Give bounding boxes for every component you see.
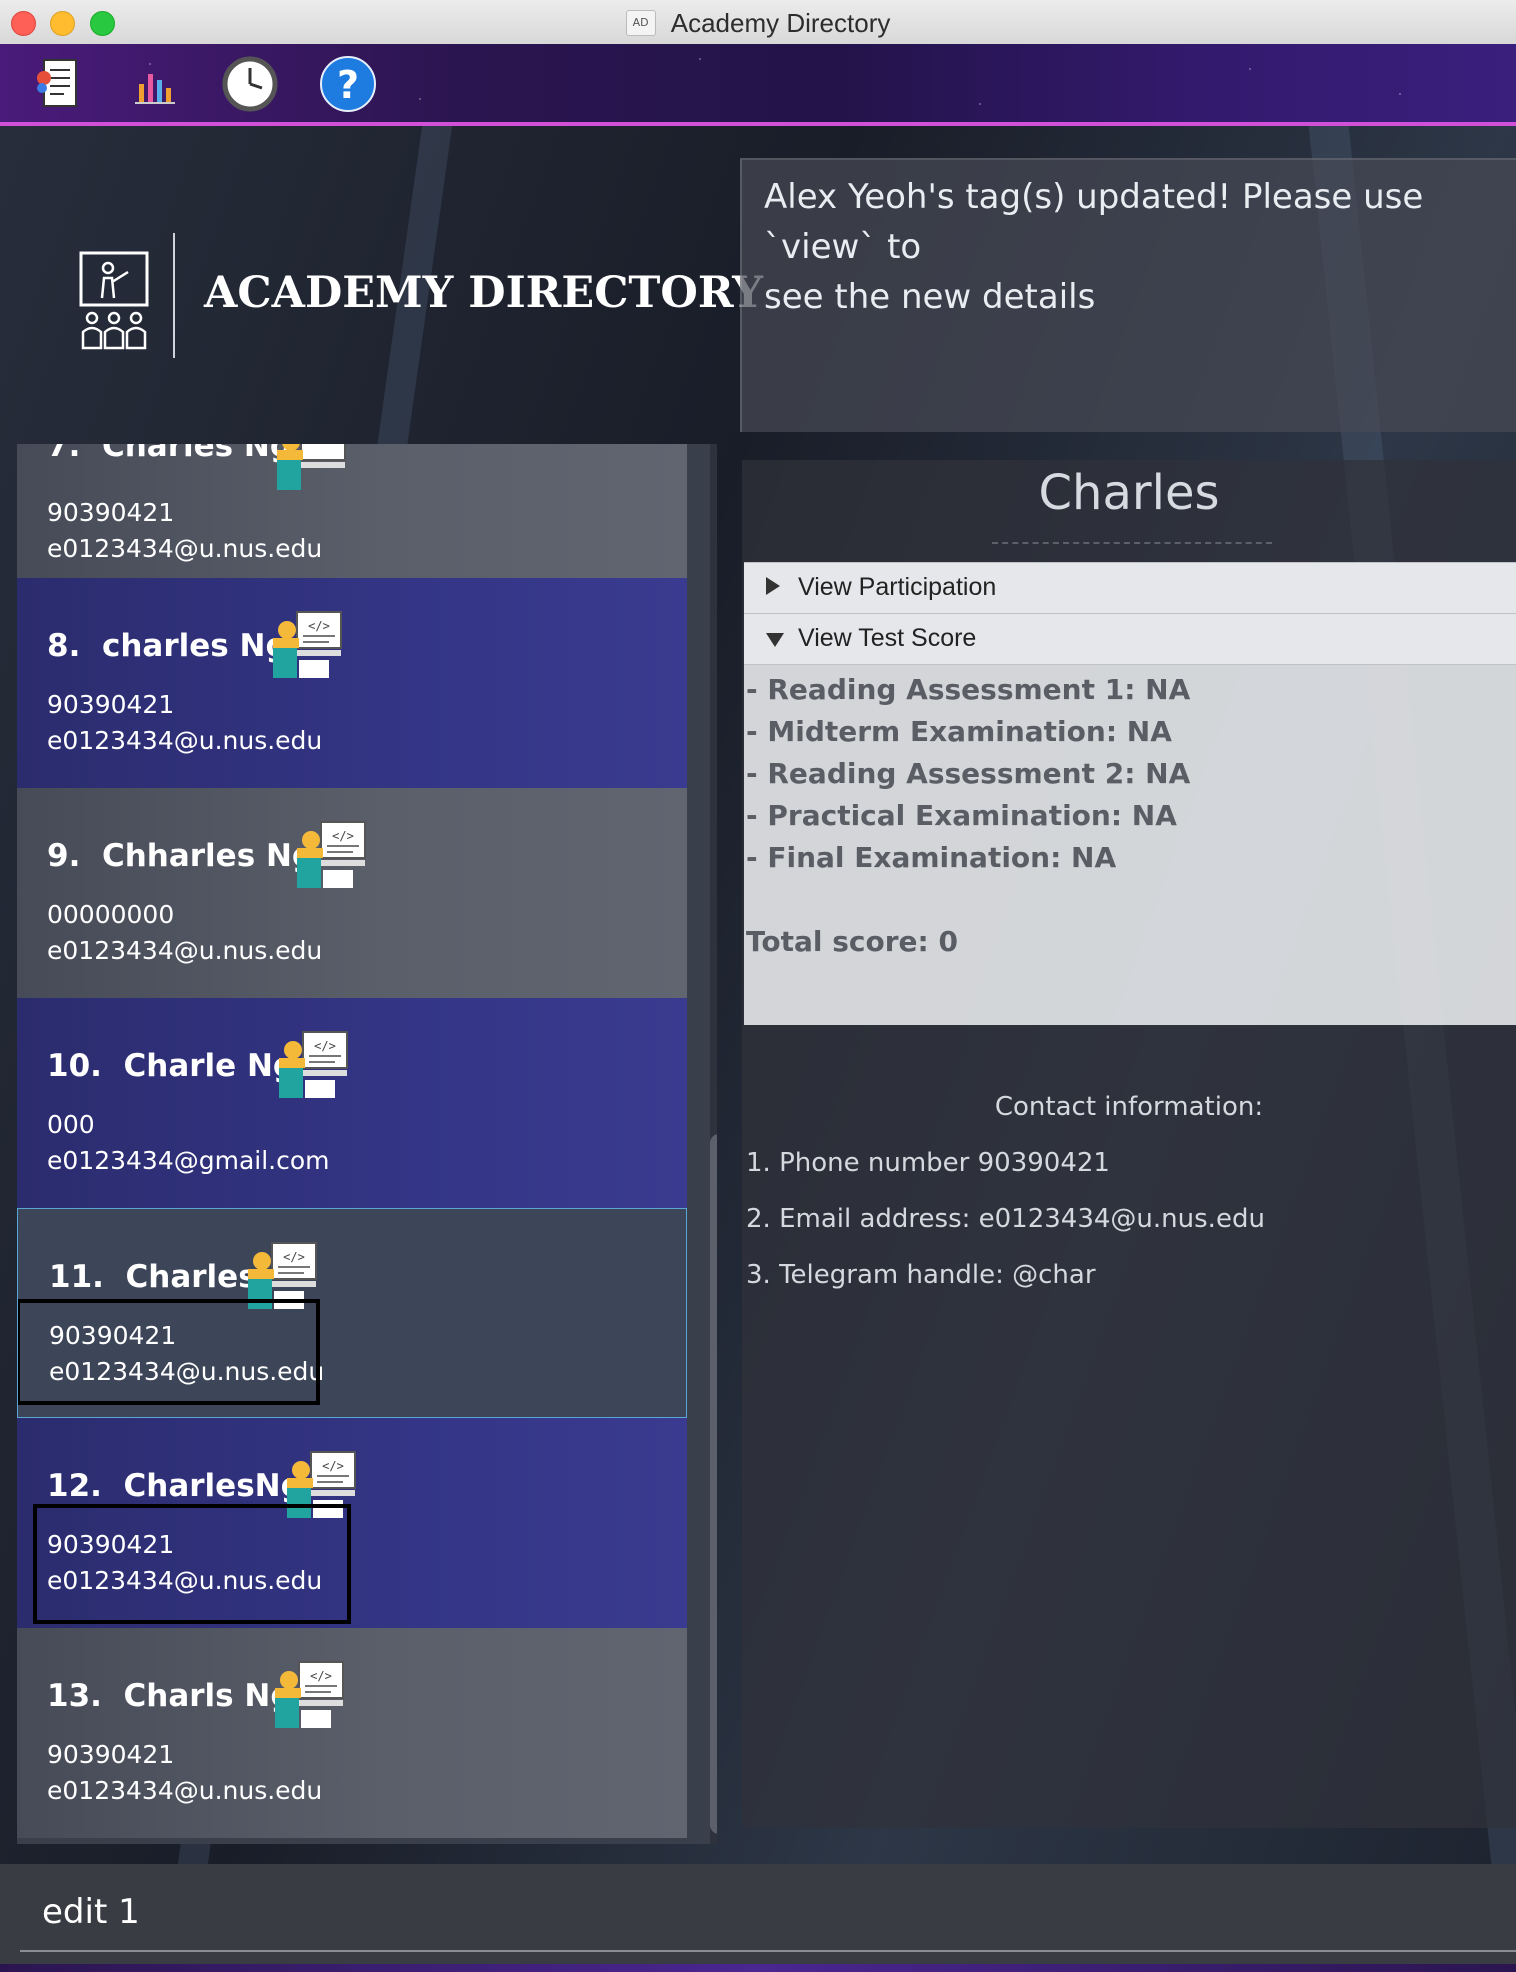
document-icon[interactable]: [30, 54, 90, 114]
detail-student-name: Charles: [1038, 465, 1220, 521]
view-test-score-toggle[interactable]: View Test Score: [744, 613, 1516, 665]
student-phone: 00000000: [47, 900, 175, 929]
result-message: Alex Yeoh's tag(s) updated! Please use `…: [764, 177, 1424, 317]
help-icon[interactable]: ?: [318, 54, 378, 114]
student-coder-icon: </>: [271, 1660, 347, 1732]
student-name: 11. Charles: [49, 1259, 257, 1295]
student-phone: 000: [47, 1110, 95, 1139]
student-name: 9. Chharles Ng: [47, 838, 315, 874]
logo-divider: [173, 233, 175, 358]
student-coder-icon: </>: [275, 1030, 351, 1102]
contact-phone: 1. Phone number 90390421: [746, 1148, 1110, 1178]
expand-arrow-icon: [766, 577, 780, 595]
highlight-box: [33, 1504, 351, 1624]
svg-text:?: ?: [337, 63, 359, 107]
window-titlebar: AD Academy Directory: [0, 0, 1516, 45]
contact-title: Contact information:: [994, 1092, 1264, 1122]
score-reading-1: - Reading Assessment 1: NA: [746, 673, 1191, 706]
svg-text:</>: </>: [322, 1459, 344, 1473]
student-card-11[interactable]: 11. Charles </> 90390421 e0123434@u.nus.…: [17, 1208, 687, 1418]
view-participation-toggle[interactable]: View Participation: [744, 562, 1516, 614]
highlight-box: [18, 1299, 320, 1405]
test-score-content: - Reading Assessment 1: NA - Midterm Exa…: [744, 665, 1516, 1025]
student-card-7[interactable]: 7. Charles Ng 90390421 e0123434@u.nus.ed…: [17, 444, 687, 588]
score-practical: - Practical Examination: NA: [746, 799, 1177, 832]
score-reading-2: - Reading Assessment 2: NA: [746, 757, 1191, 790]
student-name: 10. Charle Ng: [47, 1048, 296, 1084]
student-email: e0123434@u.nus.edu: [47, 1776, 323, 1805]
svg-text:</>: </>: [332, 829, 354, 843]
student-card-12[interactable]: 12. CharlesNg </> 90390421 e0123434@u.nu…: [17, 1418, 687, 1628]
bar-chart-icon[interactable]: [125, 54, 185, 114]
contact-email: 2. Email address: e0123434@u.nus.edu: [746, 1204, 1265, 1234]
student-name: 8. charles Ng: [47, 628, 288, 664]
list-scrollbar-thumb[interactable]: [710, 1134, 717, 1834]
student-detail-panel: Charles View Participation View Test Sco…: [742, 460, 1516, 1828]
svg-text:</>: </>: [308, 619, 330, 633]
student-card-9[interactable]: 9. Chharles Ng </> 00000000 e0123434@u.n…: [17, 788, 687, 998]
total-score: Total score: 0: [746, 925, 958, 958]
contact-telegram: 3. Telegram handle: @char: [746, 1260, 1096, 1290]
student-phone: 90390421: [47, 1740, 175, 1769]
name-underline: [992, 542, 1272, 544]
command-input[interactable]: edit 1: [42, 1892, 140, 1932]
student-coder-icon: [273, 444, 349, 494]
window-title: Academy Directory: [670, 7, 891, 38]
student-card-10[interactable]: 10. Charle Ng </> 000 e0123434@gmail.com: [17, 998, 687, 1208]
student-phone: 90390421: [47, 498, 175, 527]
student-email: e0123434@u.nus.edu: [47, 726, 323, 755]
app-badge-icon: AD: [625, 9, 656, 36]
window-title-area: AD Academy Directory: [0, 0, 1516, 44]
score-midterm: - Midterm Examination: NA: [746, 715, 1172, 748]
student-email: e0123434@u.nus.edu: [47, 534, 323, 563]
student-list[interactable]: 7. Charles Ng 90390421 e0123434@u.nus.ed…: [17, 444, 717, 1844]
student-phone: 90390421: [47, 690, 175, 719]
command-box[interactable]: edit 1: [0, 1864, 1516, 1972]
svg-text:</>: </>: [314, 1039, 336, 1053]
toolbar: ?: [0, 44, 1516, 126]
student-name: 7. Charles Ng: [47, 444, 293, 464]
classroom-logo-icon: [78, 250, 150, 352]
app-logo-text: ACADEMY DIRECTORY: [204, 268, 763, 318]
result-display: Alex Yeoh's tag(s) updated! Please use `…: [740, 158, 1516, 432]
student-email: e0123434@u.nus.edu: [47, 936, 323, 965]
svg-text:</>: </>: [283, 1250, 305, 1264]
collapse-arrow-icon: [766, 633, 784, 647]
view-participation-label: View Participation: [798, 573, 997, 601]
student-name: 13. Charls Ng: [47, 1678, 293, 1714]
clock-icon[interactable]: [220, 54, 280, 114]
student-email: e0123434@gmail.com: [47, 1146, 330, 1175]
student-coder-icon: </>: [293, 820, 369, 892]
svg-text:</>: </>: [310, 1669, 332, 1683]
student-card-13[interactable]: 13. Charls Ng </> 90390421 e0123434@u.nu…: [17, 1628, 687, 1838]
command-bottom-strip: [0, 1964, 1516, 1972]
student-card-8[interactable]: 8. charles Ng </> 90390421 e0123434@u.nu…: [17, 578, 687, 788]
command-underline: [20, 1950, 1516, 1952]
view-test-score-label: View Test Score: [798, 624, 977, 652]
student-coder-icon: </>: [269, 610, 345, 682]
student-name: 12. CharlesNg: [47, 1468, 303, 1504]
score-final: - Final Examination: NA: [746, 841, 1117, 874]
